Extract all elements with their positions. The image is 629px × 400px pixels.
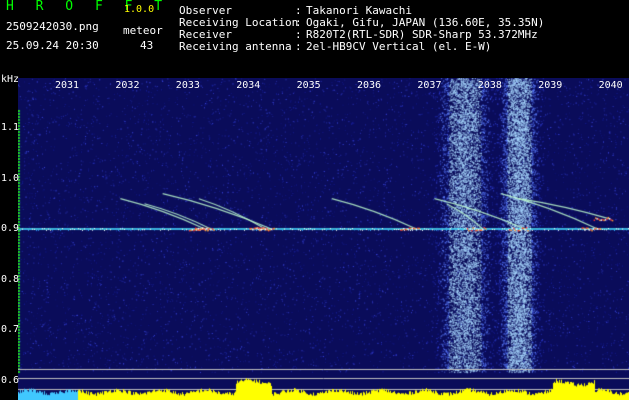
time-tick-2039: 2039	[538, 80, 563, 91]
time-tick-2034: 2034	[236, 80, 261, 91]
freq-tick-0.7: 0.7	[1, 324, 20, 335]
hrofft-window: H R O F F T 1.0.0 2509242030.png 25.09.2…	[0, 0, 629, 400]
freq-tick-0.9: 0.9	[1, 223, 20, 234]
freq-tick-1.1: 1.1	[1, 122, 20, 133]
time-tick-2032: 2032	[115, 80, 140, 91]
spectrogram-canvas	[18, 78, 629, 400]
y-axis-unit: kHz	[1, 74, 20, 85]
time-tick-2033: 2033	[175, 80, 200, 91]
meteor-label: meteor	[123, 24, 163, 37]
time-tick-2035: 2035	[296, 80, 321, 91]
image-filename: 2509242030.png	[6, 20, 99, 33]
capture-datetime: 25.09.24 20:30	[6, 39, 99, 52]
colon-sep: :	[295, 40, 302, 53]
antenna-value: 2el-HB9CV Vertical (el. E-W)	[306, 40, 492, 53]
freq-tick-0.6: 0.6	[1, 374, 20, 386]
freq-tick-1.0: 1.0	[1, 172, 20, 184]
meteor-count: 43	[140, 39, 154, 52]
app-version: 1.0.0	[124, 4, 155, 15]
time-tick-2031: 2031	[55, 80, 80, 91]
time-tick-2036: 2036	[357, 80, 382, 91]
time-tick-2040: 2040	[598, 80, 623, 91]
freq-tick-0.8: 0.8	[1, 273, 20, 285]
time-tick-2038: 2038	[477, 80, 502, 91]
antenna-key: Receiving antenna	[179, 40, 292, 53]
time-tick-2037: 2037	[417, 80, 442, 91]
